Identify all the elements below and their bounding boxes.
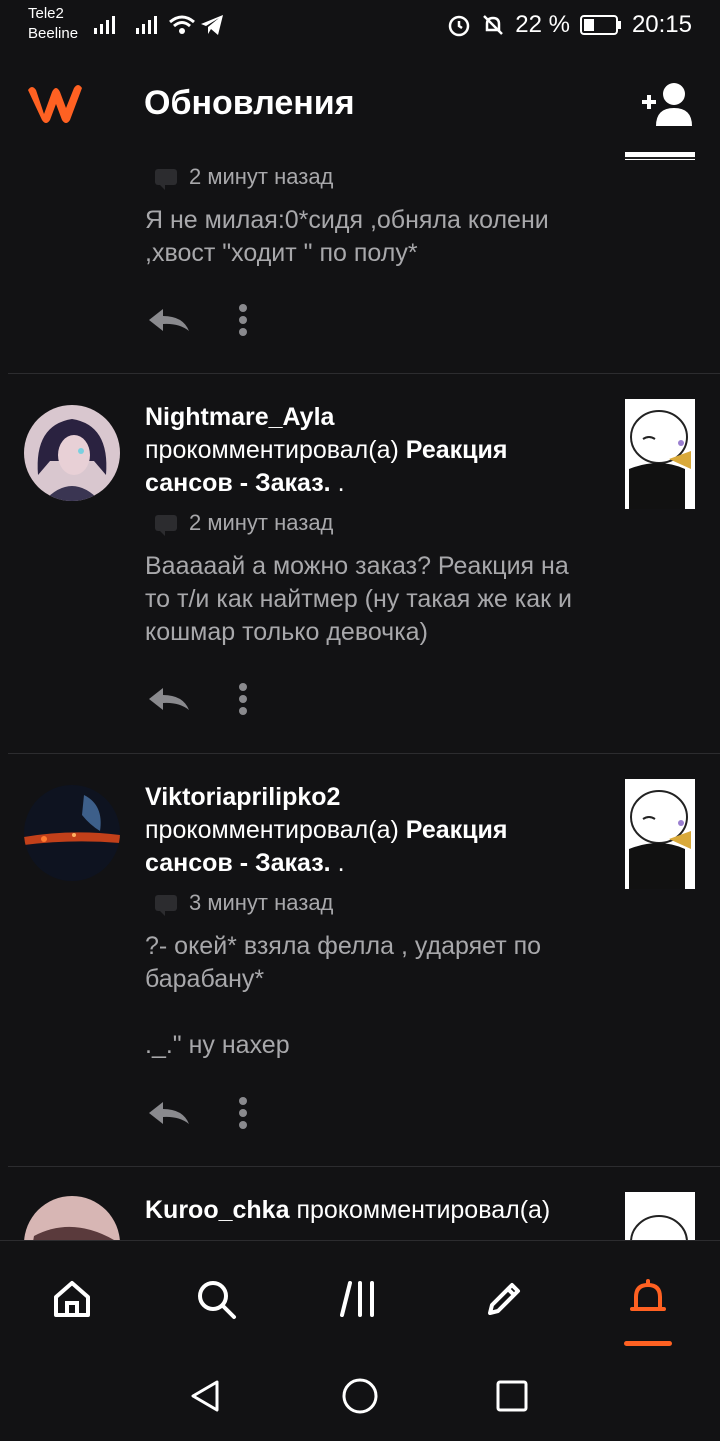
search-icon (198, 1281, 236, 1319)
mute-icon (483, 15, 504, 35)
action-text: прокомментировал(а) (296, 1196, 551, 1224)
comment-icon (155, 169, 177, 190)
battery-icon (579, 15, 621, 35)
cover-art (625, 1192, 695, 1240)
avatar-image (24, 1196, 120, 1240)
feed-item: 2 минут назад Я не милая:0*сидя ,обняла … (8, 152, 720, 374)
story-cover[interactable] (625, 152, 695, 160)
nav-home[interactable] (42, 1269, 102, 1329)
timestamp-row: 2 минут назад (145, 162, 600, 192)
avatar-image (24, 785, 120, 881)
alarm-icon (448, 15, 470, 37)
signal-icon (94, 16, 115, 34)
timestamp: 2 минут назад (189, 164, 334, 189)
comment-icon (155, 515, 177, 536)
carrier-2: Beeline (28, 25, 79, 42)
recents-square-icon (496, 1380, 528, 1412)
username[interactable]: Viktoriaprilipko2 (145, 783, 340, 811)
active-tab-indicator (624, 1341, 672, 1346)
carrier-labels: Tele2 Beeline (28, 4, 78, 44)
add-user-icon[interactable] (640, 82, 696, 128)
more-options-icon[interactable] (237, 682, 249, 716)
home-circle-icon (342, 1378, 378, 1414)
timestamp: 3 минут назад (189, 890, 334, 915)
username[interactable]: Kuroo_chka (145, 1196, 289, 1224)
reply-icon[interactable] (145, 1098, 193, 1128)
action-text: прокомментировал(а) (145, 436, 399, 464)
comment-icon (155, 895, 177, 916)
action-row (145, 679, 249, 719)
notifications-icon (630, 1279, 666, 1311)
avatar[interactable] (24, 785, 120, 881)
status-right: 22 % 20:15 (447, 10, 692, 40)
system-home-button[interactable] (335, 1371, 385, 1421)
battery-percent: 22 % (515, 11, 570, 38)
notification-header: Nightmare_Ayla прокомментировал(а) Реакц… (145, 401, 600, 500)
nav-search[interactable] (186, 1269, 246, 1329)
timestamp: 2 минут назад (189, 510, 334, 535)
system-recents-button[interactable] (487, 1371, 537, 1421)
notification-header: Kuroo_chka прокомментировал(а) (145, 1194, 615, 1227)
comment-text[interactable]: Я не милая:0*сидя ,обняла колени ,хвост … (145, 204, 600, 270)
reply-icon[interactable] (145, 684, 193, 714)
cover-art (625, 152, 695, 160)
telegram-icon (201, 15, 223, 35)
system-back-button[interactable] (180, 1371, 230, 1421)
title-suffix: . (337, 469, 345, 497)
story-cover[interactable] (625, 1192, 695, 1240)
avatar[interactable] (24, 405, 120, 501)
cover-art (625, 779, 695, 889)
action-row (145, 300, 249, 340)
home-icon (54, 1281, 90, 1317)
notification-header: Viktoriaprilipko2 прокомментировал(а) Ре… (145, 781, 600, 880)
page-title: Обновления (144, 84, 355, 122)
signal-icon-2 (136, 16, 157, 34)
title-suffix: . (337, 849, 345, 877)
more-options-icon[interactable] (237, 1096, 249, 1130)
action-text: прокомментировал(а) (145, 816, 399, 844)
timestamp-row: 2 минут назад (145, 508, 600, 538)
timestamp-row: 3 минут назад (145, 888, 600, 918)
app-bar: Обновления (0, 60, 720, 152)
avatar-image (24, 405, 120, 501)
story-cover[interactable] (625, 779, 695, 889)
bottom-navigation (0, 1240, 720, 1441)
reply-icon[interactable] (145, 305, 193, 335)
more-options-icon[interactable] (237, 303, 249, 337)
feed-item: Viktoriaprilipko2 прокомментировал(а) Ре… (8, 753, 720, 1167)
avatar[interactable] (24, 1196, 120, 1240)
feed-item: Kuroo_chka прокомментировал(а) (8, 1166, 720, 1240)
action-row (145, 1093, 249, 1133)
clock: 20:15 (631, 11, 692, 38)
nav-notifications[interactable] (618, 1269, 678, 1329)
write-icon (488, 1283, 520, 1315)
username[interactable]: Nightmare_Ayla (145, 403, 334, 431)
status-bar: Tele2 Beeline 22 % 20:15 (0, 0, 720, 50)
back-triangle-icon (191, 1380, 219, 1412)
story-cover[interactable] (625, 399, 695, 509)
feed-item: Nightmare_Ayla прокомментировал(а) Реакц… (8, 373, 720, 754)
carrier-1: Tele2 (28, 5, 64, 22)
library-icon (340, 1281, 374, 1317)
comment-text[interactable]: ?- окей* взяла фелла , ударяет по бараба… (145, 930, 600, 1062)
wifi-icon (169, 15, 195, 34)
nav-library[interactable] (330, 1269, 390, 1329)
cover-art (625, 399, 695, 509)
updates-feed: 2 минут назад Я не милая:0*сидя ,обняла … (0, 152, 720, 1240)
wattpad-logo-icon[interactable] (24, 80, 88, 126)
nav-write[interactable] (474, 1269, 534, 1329)
comment-text[interactable]: Вааааай а можно заказ? Реакция на то т/и… (145, 550, 600, 649)
